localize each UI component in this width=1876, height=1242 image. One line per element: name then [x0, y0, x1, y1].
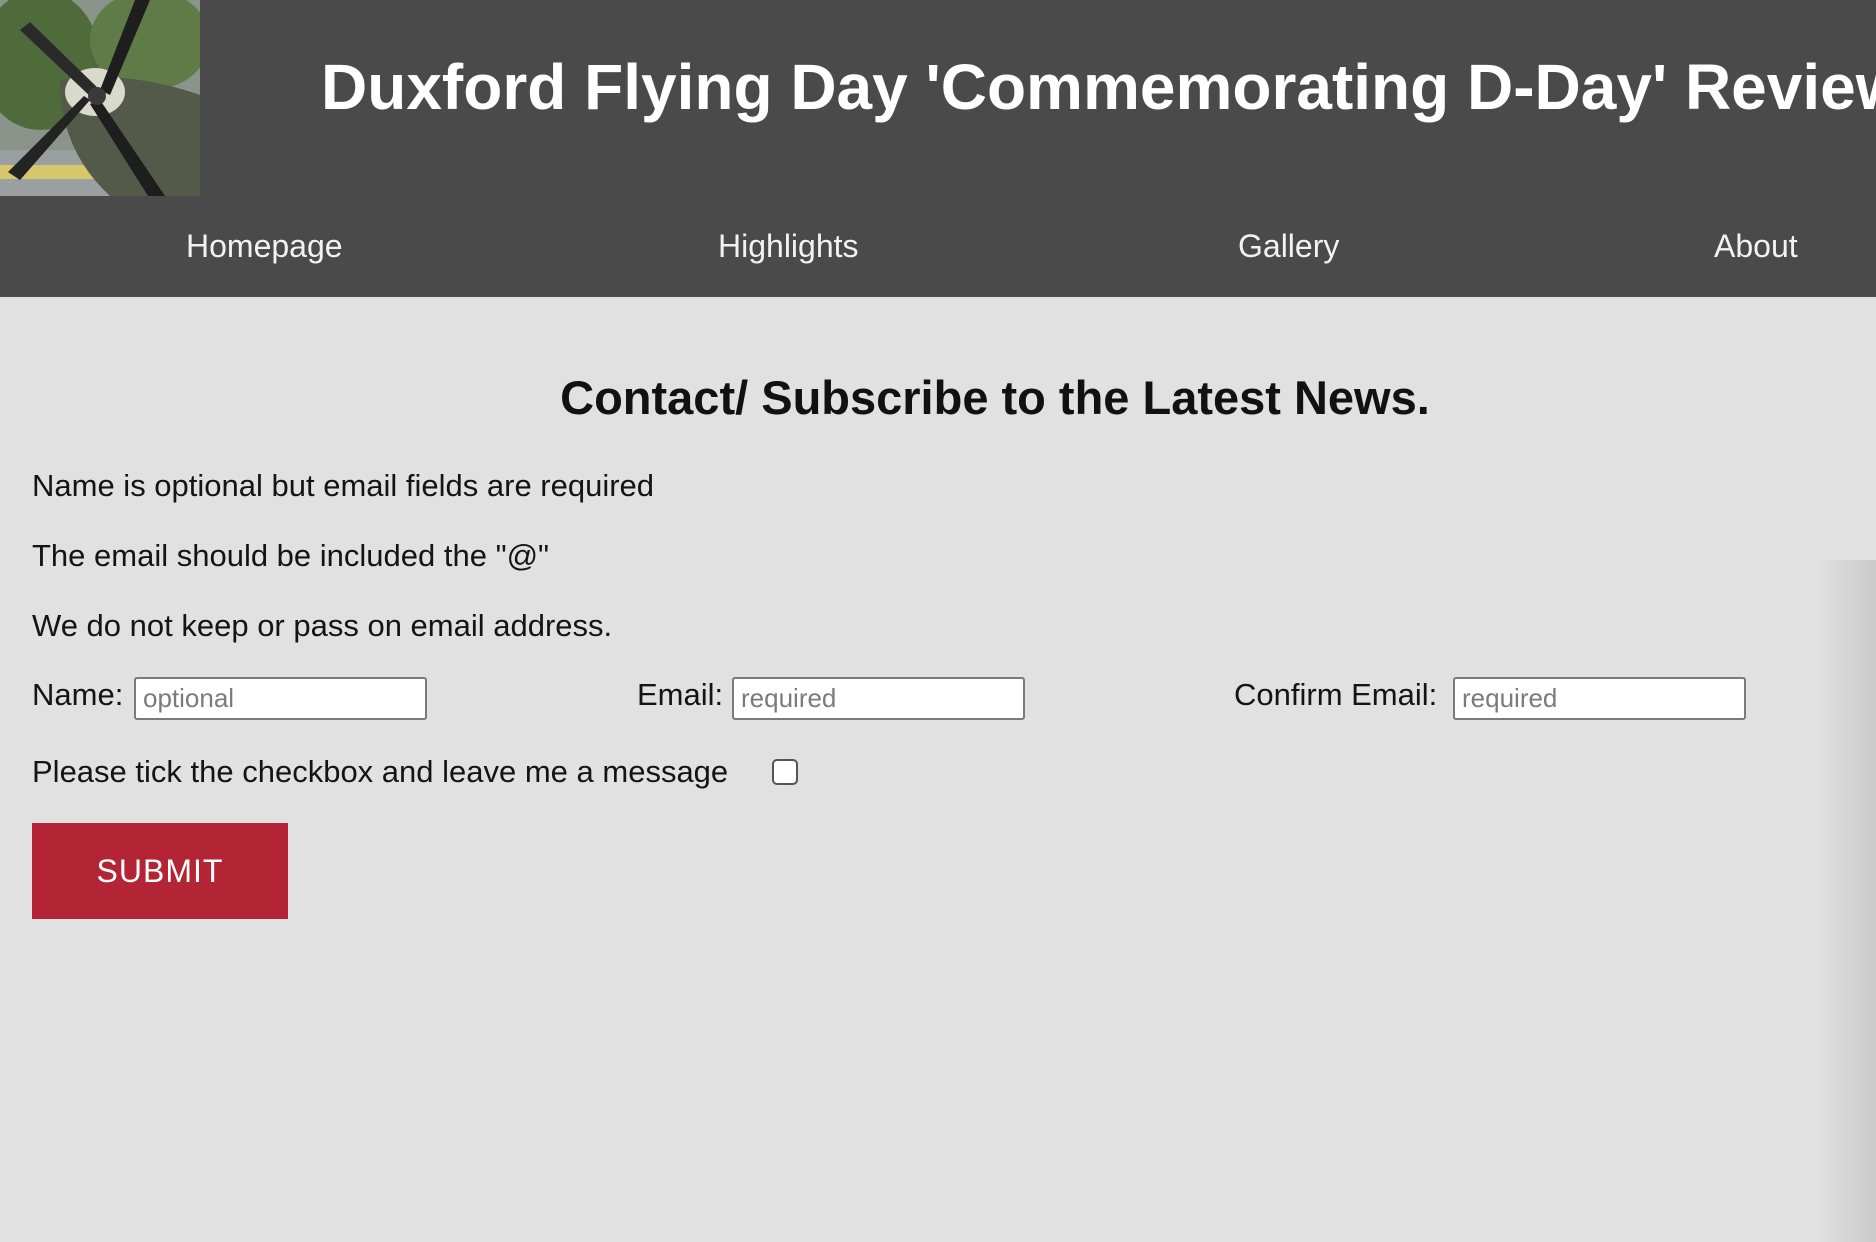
note-email-format: The email should be included the "@"	[32, 538, 550, 573]
name-label: Name:	[32, 677, 124, 712]
site-header: Duxford Flying Day 'Commemorating D-Day'…	[0, 0, 1876, 297]
edge-shadow	[1816, 560, 1876, 1242]
note-privacy: We do not keep or pass on email address.	[32, 608, 613, 643]
message-checkbox-label: Please tick the checkbox and leave me a …	[32, 754, 729, 789]
logo-image	[0, 0, 200, 196]
nav-about[interactable]: About	[1714, 228, 1798, 265]
nav-highlights[interactable]: Highlights	[718, 228, 859, 265]
name-field[interactable]	[134, 677, 427, 720]
spitfire-propeller-icon	[0, 0, 200, 196]
message-checkbox[interactable]	[772, 759, 798, 785]
page: Duxford Flying Day 'Commemorating D-Day'…	[0, 0, 1876, 1242]
email-label: Email:	[637, 677, 724, 712]
nav-homepage[interactable]: Homepage	[186, 228, 343, 265]
contact-heading: Contact/ Subscribe to the Latest News.	[560, 371, 1430, 424]
email-field[interactable]	[732, 677, 1025, 720]
nav-gallery[interactable]: Gallery	[1238, 228, 1339, 265]
note-name-optional: Name is optional but email fields are re…	[32, 468, 655, 503]
confirm-email-field[interactable]	[1453, 677, 1746, 720]
confirm-email-label: Confirm Email:	[1234, 677, 1438, 712]
submit-button[interactable]: SUBMIT	[32, 823, 288, 919]
site-title: Duxford Flying Day 'Commemorating D-Day'…	[321, 51, 1876, 123]
